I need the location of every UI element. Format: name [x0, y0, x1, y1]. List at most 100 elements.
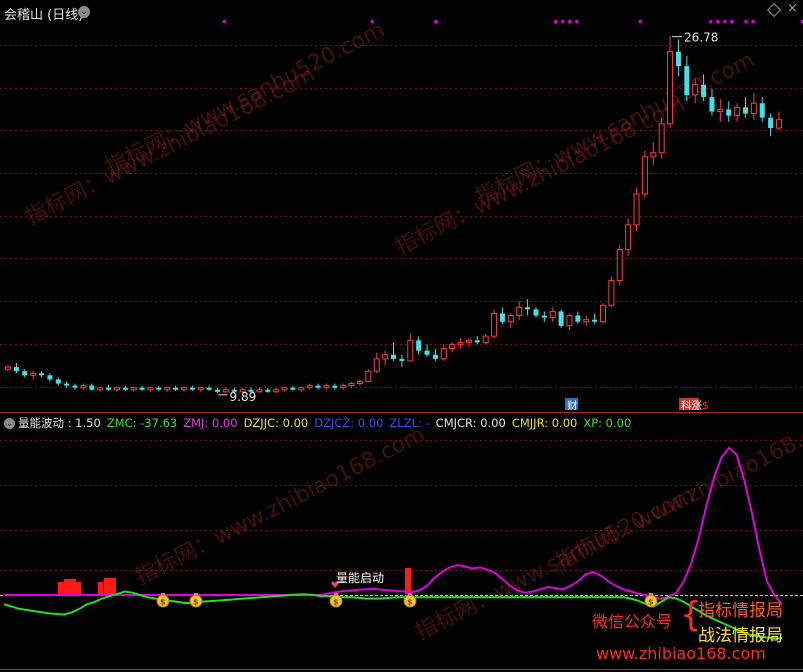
- candle[interactable]: [616, 245, 623, 285]
- money-bag-symbol: $: [407, 598, 413, 607]
- volume-bar: [98, 582, 103, 594]
- candle-body: [332, 385, 338, 388]
- candle-body: [256, 389, 263, 393]
- indicator-value-1: ZMC: -37.63: [106, 416, 178, 430]
- candle-body: [541, 315, 547, 318]
- candle-body: [30, 372, 37, 376]
- candle-body: [80, 385, 87, 389]
- candle[interactable]: [365, 369, 372, 383]
- candle-body: [22, 371, 28, 376]
- money-bag-neck: [334, 593, 338, 596]
- candle[interactable]: [600, 303, 607, 324]
- candle-body: [742, 107, 748, 114]
- promo-wechat-label: 微信公众号: [592, 612, 673, 631]
- candle-body: [658, 123, 665, 154]
- money-bag-neck: [194, 593, 198, 596]
- candle-body: [482, 335, 489, 343]
- signal-dot: [575, 20, 579, 23]
- candle-body: [750, 102, 757, 115]
- candle-body: [709, 97, 715, 112]
- candle-body: [197, 387, 204, 391]
- promo-line-2: 战法情报局: [698, 626, 783, 646]
- candle-body: [39, 373, 45, 376]
- signal-dot: [434, 20, 438, 23]
- candle-body: [106, 387, 112, 390]
- chevron-down-icon[interactable]: ⌄: [78, 6, 90, 18]
- close-icon[interactable]: ×: [787, 1, 798, 16]
- volume-bar: [76, 582, 81, 594]
- candle-body: [47, 375, 53, 380]
- volume-bar: [110, 578, 116, 594]
- indicator-value-8: XP: 0.00: [583, 416, 632, 430]
- candle-body: [525, 307, 531, 310]
- candle-body: [265, 389, 271, 392]
- volume-bar: [405, 568, 411, 594]
- candle-body: [356, 381, 363, 385]
- signal-dot: [370, 20, 374, 23]
- candle-body: [667, 51, 674, 125]
- candle-body: [465, 339, 472, 343]
- candle-body: [64, 383, 70, 386]
- candle-body: [391, 354, 396, 359]
- candle-body: [55, 379, 61, 384]
- candle-body: [348, 383, 355, 387]
- candle-body: [575, 315, 581, 322]
- candle-body: [701, 84, 707, 98]
- candle-body: [5, 366, 11, 370]
- event-marker[interactable]: 科涨: [679, 398, 702, 412]
- event-marker[interactable]: 财: [565, 398, 578, 412]
- candle-body: [399, 358, 405, 361]
- signal-dot: [638, 20, 642, 23]
- candle-body: [516, 306, 523, 317]
- candle-body: [440, 348, 447, 360]
- candle-body: [549, 310, 556, 319]
- candle-body: [726, 109, 732, 116]
- money-bag-symbol: $: [648, 598, 654, 607]
- candle[interactable]: [608, 276, 615, 308]
- candle-body: [222, 389, 229, 393]
- candle[interactable]: [558, 309, 564, 328]
- signal-dot: [568, 20, 572, 23]
- money-bag-symbol: $: [193, 598, 199, 607]
- candle-body: [616, 249, 623, 282]
- indicator-value-4: DZJCZ: 0.00: [314, 416, 384, 430]
- candle-body: [474, 340, 480, 343]
- candle-body: [583, 319, 590, 323]
- candle-body: [768, 117, 774, 128]
- candle-body: [139, 387, 145, 390]
- candle-body: [156, 387, 162, 390]
- signal-dot: [561, 20, 565, 23]
- candle-body: [424, 350, 430, 355]
- money-bag-neck: [408, 593, 412, 596]
- candle-body: [717, 108, 724, 113]
- candle-body: [340, 385, 347, 389]
- candle-body: [180, 387, 187, 391]
- candle[interactable]: [633, 187, 640, 232]
- signal-dot: [222, 20, 226, 23]
- candle-body: [558, 311, 564, 326]
- candle-body: [625, 224, 632, 251]
- candle-body: [650, 152, 657, 158]
- low-label: 9.89: [230, 390, 257, 404]
- candle-body: [113, 387, 120, 391]
- candle-body: [432, 354, 438, 359]
- candle[interactable]: [491, 309, 498, 339]
- candle-body: [164, 387, 171, 391]
- candle[interactable]: [658, 117, 665, 159]
- candle-body: [499, 313, 505, 322]
- candle[interactable]: [641, 150, 648, 199]
- indicator-value-5: ZLZL: -: [389, 416, 430, 430]
- candle-body: [298, 387, 305, 391]
- candle-body: [382, 354, 389, 360]
- indicator-menu-icon[interactable]: ⌄: [4, 418, 15, 429]
- candle-body: [281, 387, 288, 391]
- volume-bar: [58, 582, 64, 594]
- candle-body: [273, 389, 280, 393]
- promo-site: www.zhibiao168.com: [596, 644, 766, 663]
- candle-body: [290, 387, 296, 390]
- signal-dot: [744, 20, 748, 23]
- candle-body: [684, 66, 690, 96]
- candle-body: [407, 339, 414, 362]
- volume-bar: [64, 579, 70, 594]
- money-bag-symbol: $: [333, 598, 339, 607]
